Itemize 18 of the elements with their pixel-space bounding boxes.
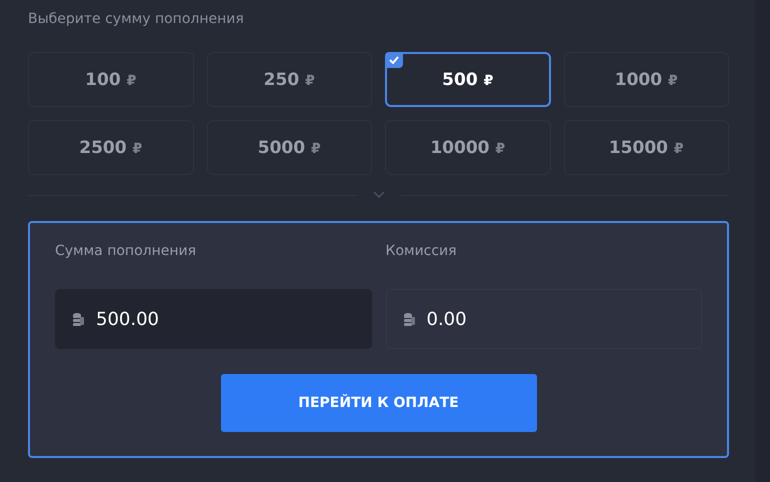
amount-option[interactable]: 5000 ₽ <box>206 120 372 175</box>
amount-option[interactable]: 15000 ₽ <box>564 120 729 175</box>
amount-option[interactable]: 500 ₽ <box>385 52 550 107</box>
amount-option[interactable]: 1000 ₽ <box>564 52 729 107</box>
amount-option[interactable]: 250 ₽ <box>206 52 372 107</box>
amount-option[interactable]: 100 ₽ <box>28 52 194 107</box>
field-label: Сумма пополнения <box>55 243 198 261</box>
coins-icon <box>72 312 84 326</box>
amount-field[interactable]: 0.00 <box>386 289 702 349</box>
check-icon <box>385 52 403 68</box>
section-heading: Выберите сумму пополнения <box>28 10 245 29</box>
pay-button[interactable]: ПЕРЕЙТИ К ОПЛАТЕ <box>220 374 536 432</box>
amount-option[interactable]: 10000 ₽ <box>385 120 550 175</box>
chevron-down-icon[interactable] <box>372 191 384 199</box>
field-label: Комиссия <box>386 243 458 261</box>
coins-icon <box>402 312 414 326</box>
amount-field[interactable]: 500.00 <box>55 289 372 349</box>
amount-option[interactable]: 2500 ₽ <box>28 120 194 175</box>
